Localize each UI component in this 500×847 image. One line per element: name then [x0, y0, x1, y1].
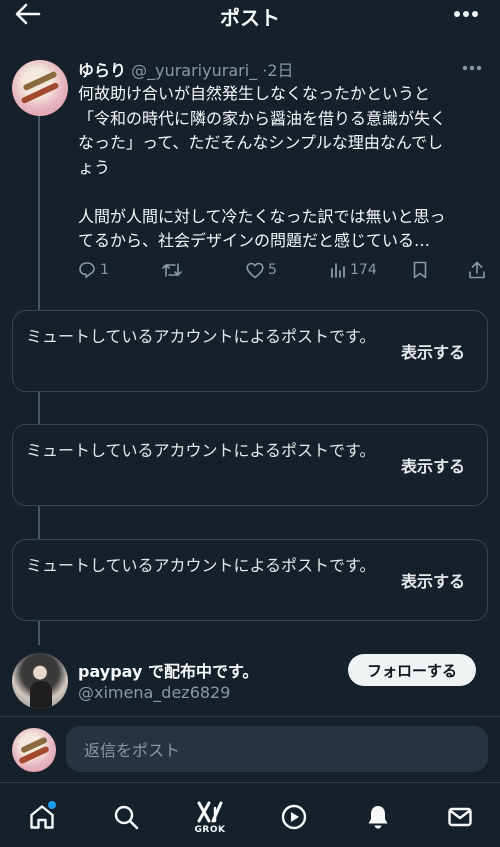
bell-icon [368, 806, 388, 829]
views-button[interactable]: 174 [330, 258, 377, 282]
play-icon [281, 804, 307, 830]
views-count: 174 [350, 262, 377, 278]
nav-grok[interactable]: GROK [190, 797, 230, 837]
tweet-line: 人間が人間に対して冷たくなった訳では無いと思っ [78, 206, 446, 226]
muted-post-card: ミュートしているアカウントによるポストです。 表示する [12, 539, 488, 621]
muted-post-notice: ミュートしているアカウントによるポストです。 [26, 327, 376, 346]
grok-icon [197, 801, 223, 822]
tweet-line: てるから、社会デザインの問題だと感じている… [78, 231, 431, 250]
tweet-time[interactable]: 2日 [267, 61, 293, 80]
reply-input[interactable]: 返信をポスト [66, 726, 488, 772]
tweet-line: 何故助け合いが自然発生しなくなったかというと [78, 84, 431, 103]
nav-video[interactable] [274, 797, 314, 837]
suggested-user-avatar[interactable] [12, 653, 68, 709]
like-count: 5 [268, 262, 277, 278]
show-muted-post-button[interactable]: 表示する [401, 453, 465, 477]
grok-label: GROK [194, 824, 226, 835]
mail-icon [448, 807, 472, 827]
nav-messages[interactable] [440, 797, 480, 837]
heart-icon [246, 262, 264, 278]
bookmark-button[interactable] [412, 258, 428, 282]
ellipsis-icon [462, 65, 482, 71]
suggested-user-name[interactable]: paypay で配布中です。 [78, 658, 258, 682]
nav-notifications[interactable] [358, 797, 398, 837]
reply-placeholder: 返信をポスト [84, 741, 181, 760]
show-muted-post-button[interactable]: 表示する [401, 568, 465, 592]
show-muted-post-button[interactable]: 表示する [401, 339, 465, 363]
search-icon [114, 805, 139, 830]
notification-dot [48, 801, 56, 809]
tweet-more-button[interactable] [460, 60, 484, 76]
top-bar: ポスト [0, 0, 500, 36]
muted-post-notice: ミュートしているアカウントによるポストです。 [26, 556, 376, 575]
author-display-name[interactable]: ゆらり [78, 61, 126, 80]
nav-search[interactable] [106, 797, 146, 837]
tweet-line: なった」って、ただそんなシンプルな理由なんでし [78, 133, 444, 152]
bottom-nav: GROK [0, 782, 500, 847]
ellipsis-icon [454, 11, 478, 17]
tweet-actions: 1 5 174 [78, 258, 488, 282]
bookmark-icon [413, 261, 427, 279]
share-button[interactable] [468, 258, 486, 282]
follow-button[interactable]: フォローする [348, 654, 476, 686]
my-avatar[interactable] [12, 728, 56, 772]
reply-count: 1 [100, 262, 109, 278]
author-handle[interactable]: @_yurariyurari_ [131, 61, 257, 80]
tweet-line: ょう [78, 157, 111, 177]
tweet-body: 何故助け合いが自然発生しなくなったかというと 「令和の時代に隣の家から醤油を借り… [78, 82, 484, 254]
page-title: ポスト [220, 6, 280, 30]
divider [0, 716, 500, 717]
tweet-author-row: ゆらり @_yurariyurari_ ·2日 [78, 57, 294, 81]
muted-post-card: ミュートしているアカウントによるポストです。 表示する [12, 310, 488, 392]
reply-icon [79, 262, 95, 279]
retweet-icon [162, 263, 182, 277]
more-options-button[interactable] [450, 4, 482, 24]
share-icon [469, 261, 485, 279]
author-avatar[interactable] [12, 60, 68, 116]
reply-button[interactable]: 1 [78, 258, 109, 282]
like-button[interactable]: 5 [246, 258, 277, 282]
nav-home[interactable] [22, 797, 62, 837]
retweet-button[interactable] [162, 258, 186, 282]
tweet-line: 「令和の時代に隣の家から醤油を借りる意識が失く [78, 108, 447, 128]
bar-chart-icon [331, 263, 345, 278]
suggested-user-handle[interactable]: @ximena_dez6829 [78, 683, 230, 702]
muted-post-card: ミュートしているアカウントによるポストです。 表示する [12, 424, 488, 506]
muted-post-notice: ミュートしているアカウントによるポストです。 [26, 441, 376, 460]
